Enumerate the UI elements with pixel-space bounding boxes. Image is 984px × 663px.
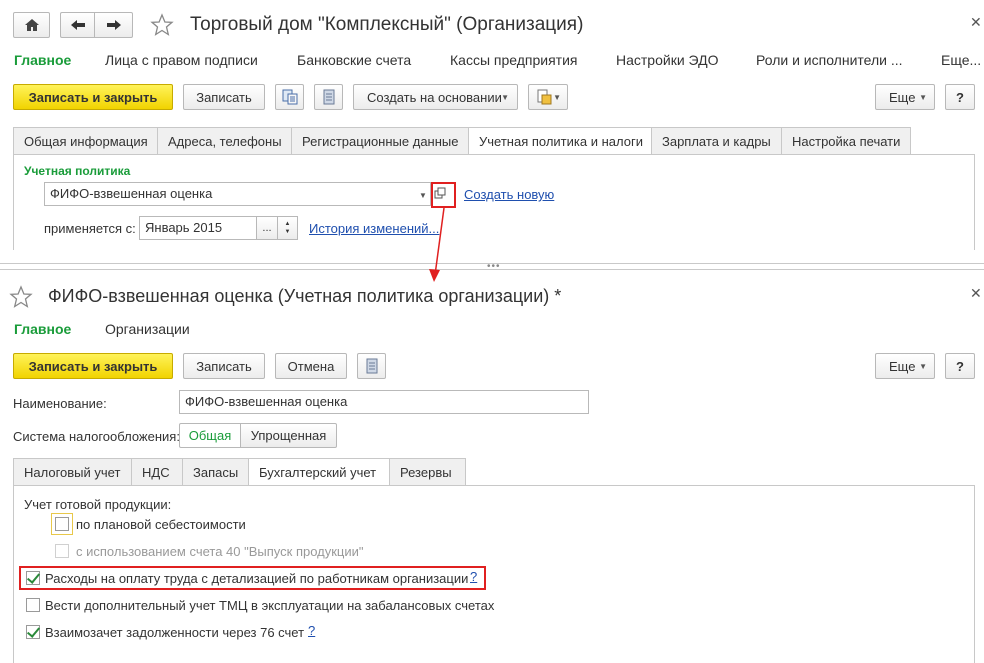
checkbox-account40-label: с использованием счета 40 "Выпуск продук… bbox=[76, 544, 364, 559]
history-link[interactable]: История изменений... bbox=[309, 221, 439, 236]
chevron-down-icon: ▼ bbox=[919, 362, 927, 371]
salary-help-link[interactable]: ? bbox=[470, 569, 477, 584]
close-icon[interactable]: ✕ bbox=[970, 14, 982, 31]
save-and-close-button[interactable]: Записать и закрыть bbox=[13, 353, 173, 379]
chevron-down-icon: ▼ bbox=[501, 93, 509, 102]
checkbox-salary-detail-label[interactable]: Расходы на оплату труда с детализацией п… bbox=[45, 571, 468, 586]
more-label: Еще bbox=[889, 89, 916, 105]
checkbox-offbalance-label[interactable]: Вести дополнительный учет ТМЦ в эксплуат… bbox=[45, 598, 494, 613]
tax-system-label: Система налогообложения: bbox=[13, 429, 180, 444]
checkbox-salary-detail[interactable] bbox=[26, 571, 40, 585]
save-button[interactable]: Записать bbox=[183, 353, 265, 379]
nav-bank-accounts[interactable]: Банковские счета bbox=[297, 52, 411, 68]
arrow-left-icon bbox=[70, 20, 85, 30]
nav-signatories[interactable]: Лица с правом подписи bbox=[105, 52, 258, 68]
offset-help-link[interactable]: ? bbox=[308, 623, 315, 638]
policy-section-label: Учетная политика bbox=[24, 164, 131, 178]
nav-roles[interactable]: Роли и исполнители ... bbox=[756, 52, 903, 68]
tab-reserves[interactable]: Резервы bbox=[389, 458, 466, 486]
cancel-button[interactable]: Отмена bbox=[275, 353, 347, 379]
chevron-down-icon: ▼ bbox=[553, 93, 561, 102]
name-label: Наименование: bbox=[13, 396, 107, 411]
splitter-handle-icon[interactable]: ••• bbox=[487, 261, 501, 272]
tab-salary[interactable]: Зарплата и кадры bbox=[651, 127, 782, 155]
tab-bar: Общая информация Адреса, телефоны Регист… bbox=[13, 127, 911, 155]
forward-button[interactable] bbox=[94, 12, 133, 38]
tab-registration[interactable]: Регистрационные данные bbox=[291, 127, 469, 155]
tab-accounting-policy[interactable]: Учетная политика и налоги bbox=[468, 127, 652, 155]
more-label: Еще bbox=[889, 358, 916, 374]
checkbox-planned-cost-label[interactable]: по плановой себестоимости bbox=[76, 517, 246, 532]
window-title: Торговый дом "Комплексный" (Организация) bbox=[190, 14, 584, 35]
chevron-up-icon: ▲ bbox=[284, 221, 291, 227]
list-icon bbox=[323, 89, 334, 105]
period-spinner[interactable]: ▲ ▼ bbox=[277, 216, 298, 240]
more-button[interactable]: Еще ▼ bbox=[875, 353, 935, 379]
list-icon bbox=[366, 358, 377, 374]
nav-cash-desks[interactable]: Кассы предприятия bbox=[450, 52, 578, 68]
period-input[interactable]: Январь 2015 bbox=[139, 216, 257, 240]
nav-main[interactable]: Главное bbox=[14, 52, 71, 68]
policy-tab-bar: Налоговый учет НДС Запасы Бухгалтерский … bbox=[13, 458, 466, 486]
nav-main[interactable]: Главное bbox=[14, 321, 71, 337]
create-based-on-button[interactable]: Создать на основании ▼ bbox=[353, 84, 518, 110]
chevron-down-icon: ▼ bbox=[919, 93, 927, 102]
period-select-button[interactable]: ... bbox=[256, 216, 278, 240]
checkbox-planned-cost[interactable] bbox=[55, 517, 69, 531]
back-button[interactable] bbox=[60, 12, 94, 38]
favorite-star-icon[interactable] bbox=[9, 285, 33, 312]
nav-more[interactable]: Еще... bbox=[941, 52, 981, 68]
tab-inventory[interactable]: Запасы bbox=[182, 458, 249, 486]
policy-window-title: ФИФО-взвешенная оценка (Учетная политика… bbox=[48, 286, 562, 306]
tax-option-general[interactable]: Общая bbox=[179, 423, 241, 448]
help-button[interactable]: ? bbox=[945, 353, 975, 379]
create-new-link[interactable]: Создать новую bbox=[464, 187, 554, 202]
chevron-down-icon: ▼ bbox=[284, 229, 291, 235]
checkbox-offbalance[interactable] bbox=[26, 598, 40, 612]
checkbox-account40[interactable] bbox=[55, 544, 69, 558]
checkbox-offset-76-label[interactable]: Взаимозачет задолженности через 76 счет bbox=[45, 625, 304, 640]
print-icon bbox=[537, 89, 552, 105]
favorite-star-icon[interactable] bbox=[150, 13, 174, 40]
save-and-close-button[interactable]: Записать и закрыть bbox=[13, 84, 173, 110]
report-button[interactable] bbox=[314, 84, 343, 110]
tab-tax-accounting[interactable]: Налоговый учет bbox=[13, 458, 132, 486]
nav-organizations[interactable]: Организации bbox=[105, 321, 190, 337]
arrow-right-icon bbox=[106, 20, 121, 30]
more-button[interactable]: Еще ▼ bbox=[875, 84, 935, 110]
print-button[interactable]: ▼ bbox=[528, 84, 568, 110]
tab-general-info[interactable]: Общая информация bbox=[13, 127, 158, 155]
close-icon[interactable]: ✕ bbox=[970, 285, 982, 302]
tab-addresses[interactable]: Адреса, телефоны bbox=[157, 127, 292, 155]
name-input[interactable]: ФИФО-взвешенная оценка bbox=[179, 390, 589, 414]
help-button[interactable]: ? bbox=[945, 84, 975, 110]
structure-icon bbox=[282, 89, 297, 105]
tab-vat[interactable]: НДС bbox=[131, 458, 183, 486]
create-based-on-label: Создать на основании bbox=[367, 89, 502, 105]
pointer-arrow bbox=[429, 207, 445, 282]
checkbox-offset-76[interactable] bbox=[26, 625, 40, 639]
home-button[interactable] bbox=[13, 12, 50, 38]
products-accounting-label: Учет готовой продукции: bbox=[24, 497, 172, 512]
nav-edo-settings[interactable]: Настройки ЭДО bbox=[616, 52, 719, 68]
tab-accounting[interactable]: Бухгалтерский учет bbox=[248, 458, 390, 486]
tax-option-simplified[interactable]: Упрощенная bbox=[240, 423, 337, 448]
chevron-down-icon[interactable]: ▼ bbox=[419, 191, 427, 200]
structure-button[interactable] bbox=[275, 84, 304, 110]
home-icon bbox=[24, 19, 39, 31]
save-button[interactable]: Записать bbox=[183, 84, 265, 110]
tab-print-settings[interactable]: Настройка печати bbox=[781, 127, 911, 155]
policy-select[interactable]: ФИФО-взвешенная оценка bbox=[44, 182, 431, 206]
report-button[interactable] bbox=[357, 353, 386, 379]
applies-from-label: применяется с: bbox=[44, 221, 136, 236]
